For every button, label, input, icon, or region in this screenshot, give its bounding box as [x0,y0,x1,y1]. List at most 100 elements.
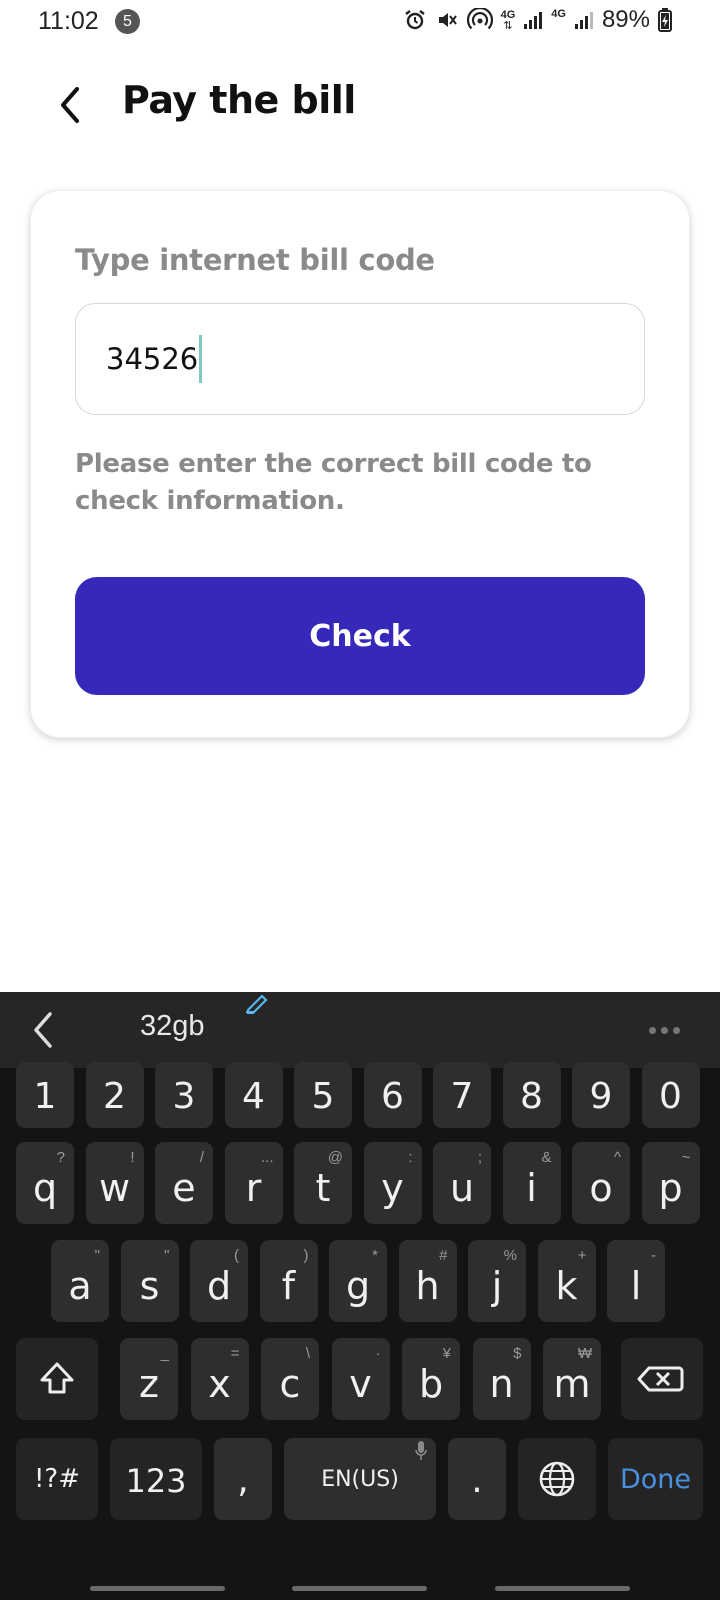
bill-code-input[interactable]: 34526 [75,303,645,415]
key-m-alt-label: ₩ [577,1345,592,1362]
key-o-alt-label: ^ [613,1149,621,1166]
key-n-label: n [489,1362,514,1406]
key-r-label: r [245,1166,262,1210]
key-1[interactable]: 1 [16,1062,74,1128]
key-q[interactable]: q? [16,1142,74,1224]
key-x[interactable]: x = [190,1338,249,1420]
key-3[interactable]: 3 [155,1062,213,1128]
key-7[interactable]: 7 [433,1062,491,1128]
nav-bar-right [495,1586,630,1591]
chevron-left-icon [61,87,79,123]
key-m[interactable]: m ₩ [543,1338,601,1420]
key-v[interactable]: v · [331,1338,390,1420]
key-b[interactable]: b ¥ [402,1338,460,1420]
key-7-label: 7 [450,1076,474,1117]
bill-code-label: Type internet bill code [75,243,435,277]
key-i-label: i [526,1166,537,1210]
key-4[interactable]: 4 [224,1062,283,1128]
key-e-label: e [172,1166,196,1210]
symbols-key-label: !?# [33,1464,80,1494]
hint-text: Please enter the correct bill code to ch… [75,449,592,516]
done-key[interactable]: Done [608,1438,703,1520]
period-key[interactable]: . [448,1438,506,1520]
key-n-alt-label: $ [513,1345,522,1362]
key-z[interactable]: z _ [120,1338,178,1420]
back-button[interactable] [50,80,90,130]
key-u-alt-label: ; [477,1149,482,1166]
status-bar: 11:02 5 4G ⇅ 4G 89% [0,0,720,44]
key-s[interactable]: s " [120,1240,179,1322]
key-g[interactable]: g * [329,1240,387,1322]
key-p[interactable]: p ~ [641,1142,700,1224]
key-w-alt-label: ! [130,1149,135,1166]
key-i[interactable]: i & [502,1142,561,1224]
key-v-label: v [349,1362,372,1406]
space-key[interactable]: EN(US) [284,1438,436,1520]
key-h[interactable]: h # [398,1240,457,1322]
key-j[interactable]: j% [468,1240,526,1322]
backspace-key[interactable] [621,1338,703,1420]
numbers-key-label: 123 [125,1462,187,1500]
key-l[interactable]: l- [607,1240,665,1322]
key-8-label: 8 [520,1076,543,1117]
key-f[interactable]: f) [259,1240,318,1322]
key-p-alt-label: ~ [681,1149,691,1166]
key-2-label: 2 [103,1076,126,1117]
done-key-label: Done [619,1464,692,1495]
key-q-alt-label: ? [56,1149,65,1166]
signal-icon [574,12,593,29]
more-options-icon[interactable] [649,1027,680,1034]
hotspot-icon [466,8,493,30]
symbols-key[interactable]: !?# [16,1438,98,1520]
toolbar-back-icon[interactable] [28,1008,58,1052]
comma-key[interactable]: , [214,1438,272,1520]
key-0-label: 0 [659,1076,682,1117]
key-m-label: m [553,1362,591,1406]
language-key[interactable] [518,1438,596,1520]
suggestion-word[interactable]: 32gb [140,1010,205,1043]
key-t-label: t [315,1166,331,1210]
nav-bar-left [90,1586,225,1591]
key-b-label: b [418,1362,444,1406]
key-c[interactable]: c \ [261,1338,319,1420]
key-y-alt-label: : [408,1149,413,1166]
key-l-label: l [630,1264,642,1308]
handwriting-pen-icon[interactable] [244,992,270,1014]
key-y[interactable]: y: [363,1142,422,1224]
key-w[interactable]: w! [85,1142,144,1224]
key-8[interactable]: 8 [502,1062,561,1128]
key-t[interactable]: t @ [294,1142,352,1224]
key-d-alt-label: ( [234,1247,239,1264]
key-2[interactable]: 2 [85,1062,144,1128]
status-icons: 4G ⇅ 4G 89% [403,6,672,34]
key-0[interactable]: 0 [641,1062,700,1128]
key-u[interactable]: u; [433,1142,491,1224]
key-w-label: w [98,1166,131,1210]
check-button[interactable]: Check [75,577,645,695]
key-9[interactable]: 9 [572,1062,630,1128]
numbers-key[interactable]: 123 [110,1438,202,1520]
key-a[interactable]: a " [51,1240,109,1322]
key-p-label: p [658,1166,683,1210]
key-q-label: q [32,1166,58,1210]
key-i-alt-label: & [541,1149,552,1166]
key-g-alt-label: * [372,1247,378,1264]
key-u-label: u [449,1166,475,1210]
shift-key[interactable] [16,1338,98,1420]
battery-charging-icon [658,8,672,32]
network-4g-1: 4G ⇅ [500,8,516,32]
page-title: Pay the bill [122,78,356,122]
key-n[interactable]: n $ [472,1338,531,1420]
key-k[interactable]: k + [537,1240,596,1322]
key-r[interactable]: r... [224,1142,283,1224]
keyboard-toolbar: 32gb [0,992,720,1068]
key-5[interactable]: 5 [294,1062,352,1128]
key-e[interactable]: e / [155,1142,213,1224]
key-x-alt-label: = [230,1345,240,1362]
key-j-alt-label: % [503,1247,517,1264]
key-6[interactable]: 6 [363,1062,422,1128]
key-d[interactable]: d( [190,1240,248,1322]
status-time: 11:02 [38,7,99,35]
key-1-label: 1 [33,1076,57,1117]
key-o[interactable]: o ^ [572,1142,630,1224]
